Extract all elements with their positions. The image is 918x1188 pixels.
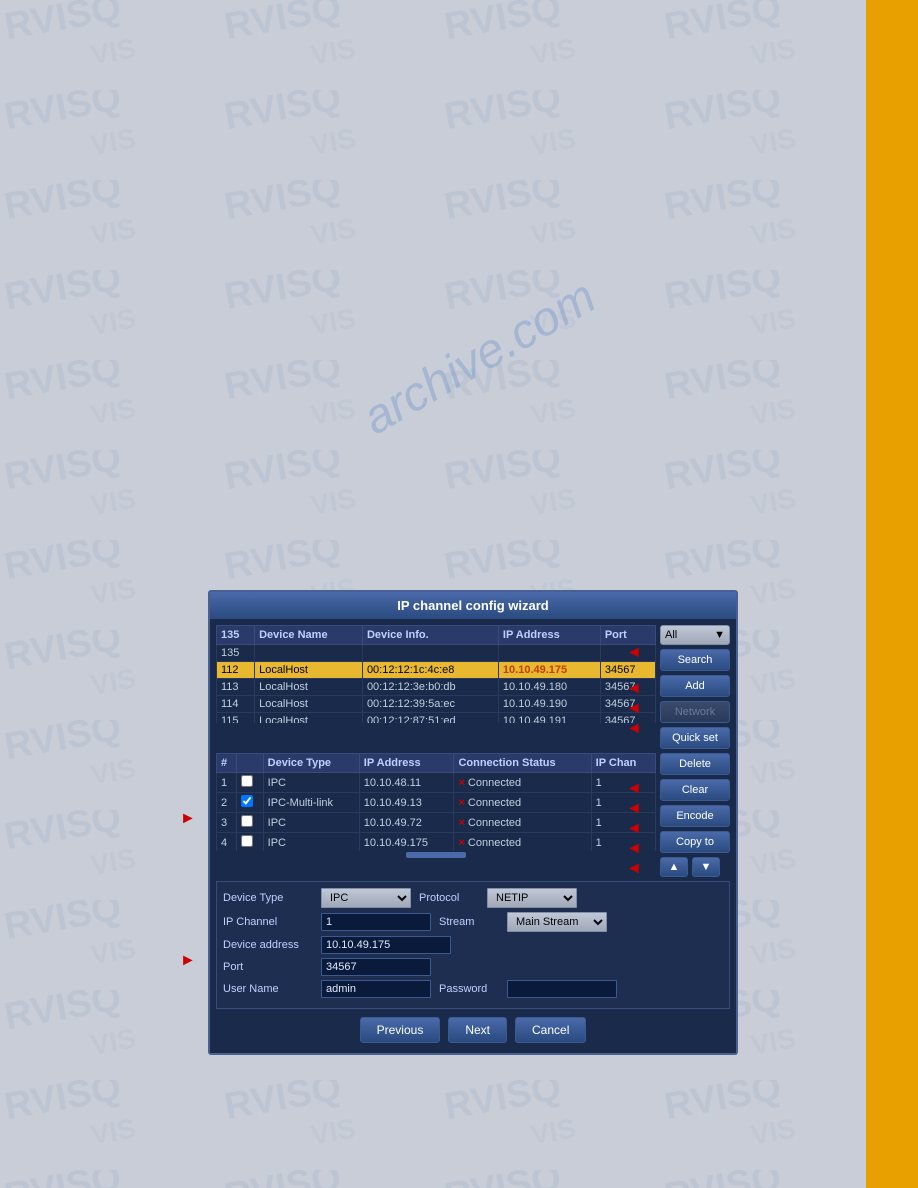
encode-button[interactable]: Encode <box>660 805 730 827</box>
search-button[interactable]: Search <box>660 649 730 671</box>
red-arrow-clear: ◄ <box>626 800 642 818</box>
delete-button[interactable]: Delete <box>660 753 730 775</box>
form-row-type-protocol: Device Type IPC Protocol NETIP <box>223 888 723 908</box>
ip-channel-input[interactable] <box>321 913 431 931</box>
filter-label: All <box>665 629 677 641</box>
ch-col-type: Device Type <box>263 754 359 773</box>
channel-table-row[interactable]: 3IPC10.10.49.72 × Connected1 <box>217 813 656 833</box>
channel-checkbox[interactable] <box>241 815 253 827</box>
protocol-select[interactable]: NETIP <box>487 888 577 908</box>
col-ip-address: IP Address <box>498 626 600 645</box>
ch-col-id: # <box>217 754 237 773</box>
username-input[interactable] <box>321 980 431 998</box>
col-device-info: Device Info. <box>362 626 498 645</box>
red-arrow-quickset: ◄ <box>626 720 642 738</box>
channel-table-scroll[interactable]: # Device Type IP Address Connection Stat… <box>216 753 656 851</box>
ch-col-check <box>236 754 263 773</box>
port-input[interactable] <box>321 958 431 976</box>
channel-btn-panel: Delete Clear Encode Copy to ▲ ▼ <box>660 753 730 877</box>
password-input[interactable] <box>507 980 617 998</box>
arrow-btn-row: ▲ ▼ <box>660 857 730 877</box>
add-button[interactable]: Add <box>660 675 730 697</box>
form-row-address: Device address <box>223 936 723 954</box>
col-port: Port <box>600 626 655 645</box>
red-arrow-search: ◄ <box>626 644 642 662</box>
right-button-panel: All ▼ Search Add Network Quick set <box>660 625 730 749</box>
red-arrow-arrows: ◄ <box>626 860 642 878</box>
device-address-input[interactable] <box>321 936 451 954</box>
channel-checkbox[interactable] <box>241 835 253 847</box>
red-arrow-encode: ◄ <box>626 820 642 838</box>
form-row-channel-stream: IP Channel Stream Main Stream <box>223 912 723 932</box>
previous-button[interactable]: Previous <box>360 1017 441 1043</box>
device-table-row[interactable]: 135 <box>217 645 656 662</box>
stream-label: Stream <box>439 916 499 928</box>
device-address-label: Device address <box>223 939 313 951</box>
device-table-scroll[interactable]: 135 Device Name Device Info. IP Address … <box>216 625 656 723</box>
red-arrow-row3: ► <box>180 810 196 828</box>
channel-table-row[interactable]: 1IPC10.10.48.11 × Connected1 <box>217 773 656 793</box>
quick-set-button[interactable]: Quick set <box>660 727 730 749</box>
form-area: Device Type IPC Protocol NETIP IP Channe… <box>216 881 730 1009</box>
channel-table: # Device Type IP Address Connection Stat… <box>216 753 656 851</box>
scrollbar-thumb <box>406 852 466 858</box>
device-table-row[interactable]: 115LocalHost00:12:12:87:51:ed10.10.49.19… <box>217 713 656 724</box>
ch-col-status: Connection Status <box>454 754 591 773</box>
network-button[interactable]: Network <box>660 701 730 723</box>
ch-col-channel: IP Chan <box>591 754 655 773</box>
device-type-select[interactable]: IPC <box>321 888 411 908</box>
device-table: 135 Device Name Device Info. IP Address … <box>216 625 656 723</box>
gold-sidebar <box>866 0 918 1188</box>
red-arrow-network: ◄ <box>626 700 642 718</box>
stream-select[interactable]: Main Stream <box>507 912 607 932</box>
col-id: 135 <box>217 626 255 645</box>
channel-table-row[interactable]: 2IPC-Multi-link10.10.49.13 × Connected1 <box>217 793 656 813</box>
port-label: Port <box>223 961 313 973</box>
footer: Previous Next Cancel <box>216 1009 730 1047</box>
copy-to-button[interactable]: Copy to <box>660 831 730 853</box>
red-arrow-add: ◄ <box>626 680 642 698</box>
device-table-row[interactable]: 112LocalHost00:12:12:1c:4c:e810.10.49.17… <box>217 662 656 679</box>
username-label: User Name <box>223 983 313 995</box>
device-table-row[interactable]: 113LocalHost00:12:12:3e:b0:db10.10.49.18… <box>217 679 656 696</box>
device-table-row[interactable]: 114LocalHost00:12:12:39:5a:ec10.10.49.19… <box>217 696 656 713</box>
down-button[interactable]: ▼ <box>692 857 720 877</box>
filter-dropdown[interactable]: All ▼ <box>660 625 730 645</box>
cancel-button[interactable]: Cancel <box>515 1017 586 1043</box>
channel-checkbox[interactable] <box>241 795 253 807</box>
channel-table-row[interactable]: 4IPC10.10.49.175 × Connected1 <box>217 833 656 852</box>
ch-col-ip: IP Address <box>359 754 454 773</box>
dialog-title: IP channel config wizard <box>210 592 736 619</box>
next-button[interactable]: Next <box>448 1017 507 1043</box>
dialog-body: 135 Device Name Device Info. IP Address … <box>210 619 736 1053</box>
dropdown-arrow: ▼ <box>714 629 725 641</box>
top-layout: 135 Device Name Device Info. IP Address … <box>216 625 730 749</box>
red-arrow-address: ► <box>180 952 196 970</box>
scrollbar-area[interactable] <box>216 851 656 859</box>
protocol-label: Protocol <box>419 892 479 904</box>
red-arrow-copyto: ◄ <box>626 840 642 858</box>
device-type-label: Device Type <box>223 892 313 904</box>
ip-channel-label: IP Channel <box>223 916 313 928</box>
up-button[interactable]: ▲ <box>660 857 688 877</box>
password-label: Password <box>439 983 499 995</box>
device-list-area: 135 Device Name Device Info. IP Address … <box>216 625 656 749</box>
form-row-port: Port <box>223 958 723 976</box>
clear-button[interactable]: Clear <box>660 779 730 801</box>
channel-layout: # Device Type IP Address Connection Stat… <box>216 753 730 877</box>
form-row-credentials: User Name Password <box>223 980 723 998</box>
red-arrow-delete: ◄ <box>626 780 642 798</box>
dialog: IP channel config wizard 135 Device Name… <box>208 590 738 1055</box>
channel-checkbox[interactable] <box>241 775 253 787</box>
channel-area: # Device Type IP Address Connection Stat… <box>216 753 656 877</box>
col-device-name: Device Name <box>255 626 363 645</box>
